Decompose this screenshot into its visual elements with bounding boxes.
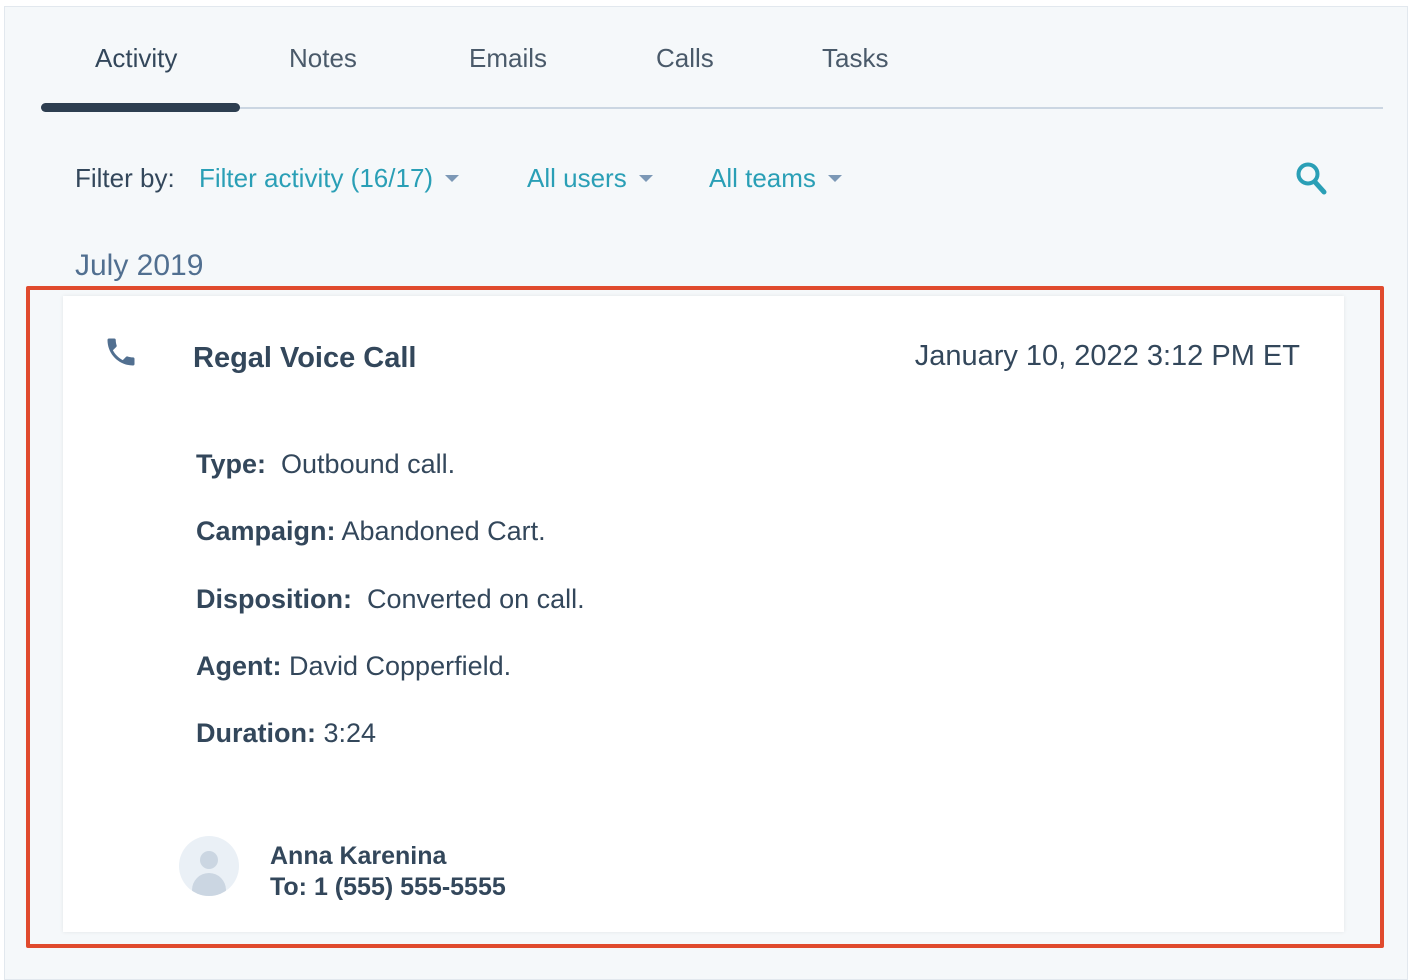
- detail-campaign: Campaign: Abandoned Cart.: [196, 516, 546, 547]
- all-teams-dropdown[interactable]: All teams: [709, 163, 842, 194]
- filter-label: Filter by:: [75, 163, 175, 193]
- detail-agent: Agent: David Copperfield.: [196, 651, 511, 682]
- card-title: Regal Voice Call: [193, 342, 417, 374]
- contact-phone: To: 1 (555) 555-5555: [270, 873, 506, 901]
- phone-icon: [103, 334, 139, 370]
- filter-bar: Filter by: Filter activity (16/17) All u…: [5, 157, 1409, 203]
- chevron-down-icon: [638, 174, 653, 182]
- tab-activity[interactable]: Activity: [95, 43, 177, 74]
- detail-label: Campaign:: [196, 516, 336, 546]
- tab-emails[interactable]: Emails: [469, 43, 547, 74]
- tab-bar: Activity Notes Emails Calls Tasks: [41, 7, 1383, 111]
- tab-notes[interactable]: Notes: [289, 43, 357, 74]
- detail-value: Abandoned Cart.: [341, 516, 546, 546]
- tab-divider: [41, 107, 1383, 109]
- user-avatar-icon[interactable]: [179, 836, 239, 896]
- chevron-down-icon: [827, 174, 842, 182]
- detail-label: Agent:: [196, 651, 282, 681]
- tab-calls[interactable]: Calls: [656, 43, 714, 74]
- detail-duration: Duration: 3:24: [196, 718, 376, 749]
- contact-name[interactable]: Anna Karenina: [270, 842, 446, 871]
- detail-type: Type: Outbound call.: [196, 449, 455, 480]
- filter-activity-dropdown[interactable]: Filter activity (16/17): [199, 163, 460, 194]
- detail-label: Type:: [196, 449, 267, 479]
- avatar-head: [200, 851, 218, 869]
- detail-value: Outbound call.: [281, 449, 456, 479]
- detail-label: Duration:: [196, 718, 316, 748]
- chevron-down-icon: [445, 174, 460, 182]
- tab-tasks[interactable]: Tasks: [822, 43, 888, 74]
- detail-label: Disposition:: [196, 584, 352, 614]
- detail-value: 3:24: [323, 718, 377, 748]
- detail-value: Converted on call.: [367, 584, 585, 614]
- all-users-label: All users: [527, 163, 627, 193]
- avatar-body: [192, 873, 226, 896]
- detail-value: David Copperfield.: [289, 651, 512, 681]
- search-icon[interactable]: [1295, 161, 1329, 197]
- activity-card[interactable]: Regal Voice Call January 10, 2022 3:12 P…: [63, 296, 1344, 932]
- active-tab-indicator: [41, 103, 240, 112]
- filter-activity-label: Filter activity (16/17): [199, 163, 434, 193]
- month-heading: July 2019: [75, 249, 204, 282]
- card-timestamp: January 10, 2022 3:12 PM ET: [914, 340, 1300, 372]
- all-teams-label: All teams: [709, 163, 816, 193]
- all-users-dropdown[interactable]: All users: [527, 163, 653, 194]
- detail-disposition: Disposition: Converted on call.: [196, 584, 585, 615]
